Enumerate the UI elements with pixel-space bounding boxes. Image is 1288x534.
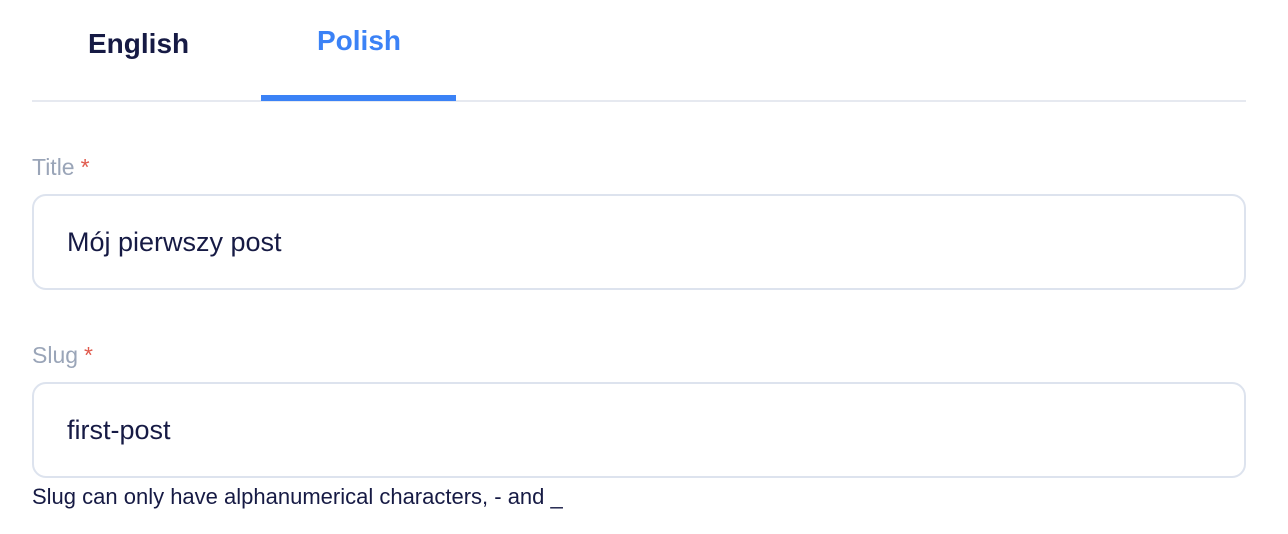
title-label: Title * xyxy=(32,154,90,181)
title-label-text: Title xyxy=(32,154,75,180)
language-tabs: English Polish xyxy=(32,0,1246,102)
translation-form: English Polish Title* Slug* Slug can onl… xyxy=(0,0,1288,534)
tab-english[interactable]: English xyxy=(32,0,252,100)
slug-hint: Slug can only have alphanumerical charac… xyxy=(32,484,563,509)
slug-required-marker: * xyxy=(84,342,93,368)
active-tab-indicator xyxy=(261,95,456,101)
tab-polish-label: Polish xyxy=(317,25,402,56)
slug-label: Slug * xyxy=(32,342,93,369)
slug-input[interactable] xyxy=(32,382,1246,478)
slug-label-text: Slug xyxy=(32,342,79,368)
title-required-marker: * xyxy=(80,154,90,180)
title-input[interactable] xyxy=(32,194,1246,290)
tab-english-label: English xyxy=(88,28,190,59)
tab-polish[interactable]: Polish xyxy=(261,0,456,101)
